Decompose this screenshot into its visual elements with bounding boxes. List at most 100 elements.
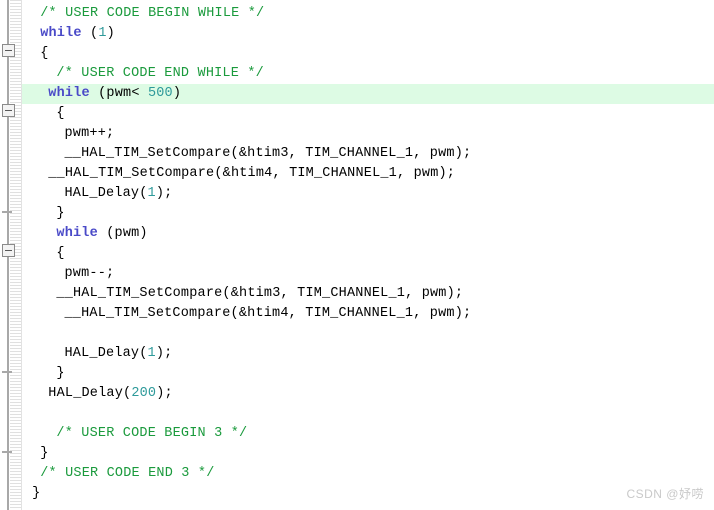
fold-collapse-icon[interactable] <box>2 44 15 57</box>
token-id: __HAL_TIM_SetCompare <box>56 286 223 301</box>
token-cmt: /* USER CODE BEGIN 3 */ <box>56 426 248 441</box>
code-line[interactable]: /* USER CODE END WHILE */ <box>22 64 714 84</box>
token-id: htim4 <box>230 166 273 181</box>
token-pun: ); <box>438 166 456 181</box>
token-id: pwm <box>429 306 455 321</box>
code-line-text: __HAL_TIM_SetCompare(&htim4, TIM_CHANNEL… <box>22 304 472 324</box>
token-num: 1 <box>147 346 156 361</box>
code-line[interactable]: __HAL_TIM_SetCompare(&htim4, TIM_CHANNEL… <box>22 164 714 184</box>
code-line[interactable]: } <box>22 484 714 504</box>
token-pun: ) <box>139 226 148 241</box>
token-pun: , <box>288 306 306 321</box>
code-line[interactable]: /* USER CODE END 3 */ <box>22 464 714 484</box>
token-kw: while <box>48 86 90 101</box>
token-id: pwm <box>114 226 140 241</box>
code-line[interactable]: __HAL_TIM_SetCompare(&htim3, TIM_CHANNEL… <box>22 284 714 304</box>
token-id: htim3 <box>247 146 289 161</box>
token-id: pwm <box>413 166 439 181</box>
token-id: HAL_Delay <box>48 386 124 401</box>
token-pun: , <box>288 146 306 161</box>
token-id: __HAL_TIM_SetCompare <box>64 146 231 161</box>
fold-collapse-icon[interactable] <box>2 104 15 117</box>
token-id: __HAL_TIM_SetCompare <box>48 166 215 181</box>
code-line-text: } <box>22 484 40 504</box>
token-cmt: /* USER CODE BEGIN WHILE */ <box>40 6 265 21</box>
token-pun: , <box>413 146 430 161</box>
code-line-text: __HAL_TIM_SetCompare(&htim4, TIM_CHANNEL… <box>22 164 455 184</box>
code-line[interactable]: HAL_Delay(200); <box>22 384 714 404</box>
token-pun: } <box>56 366 65 381</box>
code-line[interactable]: while (1) <box>22 24 714 44</box>
code-line[interactable]: while (pwm) <box>22 224 714 244</box>
fold-rail-line <box>7 257 9 371</box>
code-line-text: } <box>22 364 65 384</box>
token-pun: { <box>40 46 49 61</box>
code-line-text: { <box>22 104 65 124</box>
fold-rail-line <box>7 117 9 244</box>
token-cmt: /* USER CODE END 3 */ <box>40 466 215 481</box>
token-pun: , <box>272 166 290 181</box>
code-line-text: { <box>22 44 49 64</box>
code-line[interactable]: } <box>22 364 714 384</box>
code-line[interactable]: pwm--; <box>22 264 714 284</box>
code-line[interactable]: pwm++; <box>22 124 714 144</box>
code-line-text: /* USER CODE BEGIN 3 */ <box>22 424 247 444</box>
code-line[interactable]: } <box>22 204 714 224</box>
fold-end-dash-icon <box>2 451 12 453</box>
code-line-text: /* USER CODE BEGIN WHILE */ <box>22 4 264 24</box>
code-line-text: HAL_Delay(1); <box>22 344 173 364</box>
token-pun: (& <box>222 286 240 301</box>
code-line[interactable]: HAL_Delay(1); <box>22 184 714 204</box>
token-pun: ( <box>81 26 99 41</box>
fold-collapse-icon[interactable] <box>2 244 15 257</box>
code-line[interactable]: /* USER CODE BEGIN 3 */ <box>22 424 714 444</box>
token-num: 1 <box>147 186 156 201</box>
code-line-text: } <box>22 444 49 464</box>
token-pun: ); <box>446 286 464 301</box>
token-pun: ( <box>89 86 107 101</box>
token-pun: ); <box>156 386 173 401</box>
token-pun: ); <box>155 186 173 201</box>
token-pun: , <box>405 286 422 301</box>
fold-rail-line <box>7 371 9 510</box>
code-line-text: HAL_Delay(200); <box>22 384 173 404</box>
code-line[interactable]: while (pwm< 500) <box>22 84 714 104</box>
token-pun: { <box>56 246 65 261</box>
fold-rail-line <box>7 57 9 104</box>
code-line-text: /* USER CODE END WHILE */ <box>22 64 264 84</box>
token-id: pwm <box>106 86 132 101</box>
code-line-text: } <box>22 204 65 224</box>
token-pun: (& <box>214 166 231 181</box>
code-line[interactable]: __HAL_TIM_SetCompare(&htim3, TIM_CHANNEL… <box>22 144 714 164</box>
token-pun: ) <box>172 86 182 101</box>
token-id: TIM_CHANNEL_1 <box>289 166 397 181</box>
code-line-text: /* USER CODE END 3 */ <box>22 464 215 484</box>
code-line[interactable]: __HAL_TIM_SetCompare(&htim4, TIM_CHANNEL… <box>22 304 714 324</box>
code-line[interactable]: { <box>22 44 714 64</box>
token-id: htim3 <box>239 286 281 301</box>
token-id: pwm <box>64 266 90 281</box>
fold-rail-line <box>7 0 9 44</box>
code-line[interactable] <box>22 404 714 424</box>
code-line[interactable] <box>22 324 714 344</box>
code-line[interactable]: HAL_Delay(1); <box>22 344 714 364</box>
token-pun: ) <box>106 26 115 41</box>
code-content[interactable]: /* USER CODE BEGIN WHILE */ while (1) { /* … <box>22 0 714 510</box>
code-line[interactable]: { <box>22 104 714 124</box>
token-pun: < <box>131 86 148 101</box>
token-pun: { <box>56 106 65 121</box>
code-line-text: while (1) <box>22 24 115 44</box>
code-line-text: while (pwm) <box>22 224 148 244</box>
code-line[interactable]: } <box>22 444 714 464</box>
token-id: HAL_Delay <box>64 346 140 361</box>
code-editor[interactable]: /* USER CODE BEGIN WHILE */ while (1) { /* … <box>0 0 714 510</box>
token-num: 200 <box>131 386 157 401</box>
csdn-watermark: CSDN @妤唠 <box>626 487 704 501</box>
token-kw: while <box>56 226 98 241</box>
fold-end-dash-icon <box>2 371 12 373</box>
token-pun: ++; <box>89 126 115 141</box>
token-pun: ( <box>139 346 148 361</box>
code-line[interactable]: { <box>22 244 714 264</box>
fold-gutter[interactable] <box>0 0 22 510</box>
code-line[interactable]: /* USER CODE BEGIN WHILE */ <box>22 4 714 24</box>
